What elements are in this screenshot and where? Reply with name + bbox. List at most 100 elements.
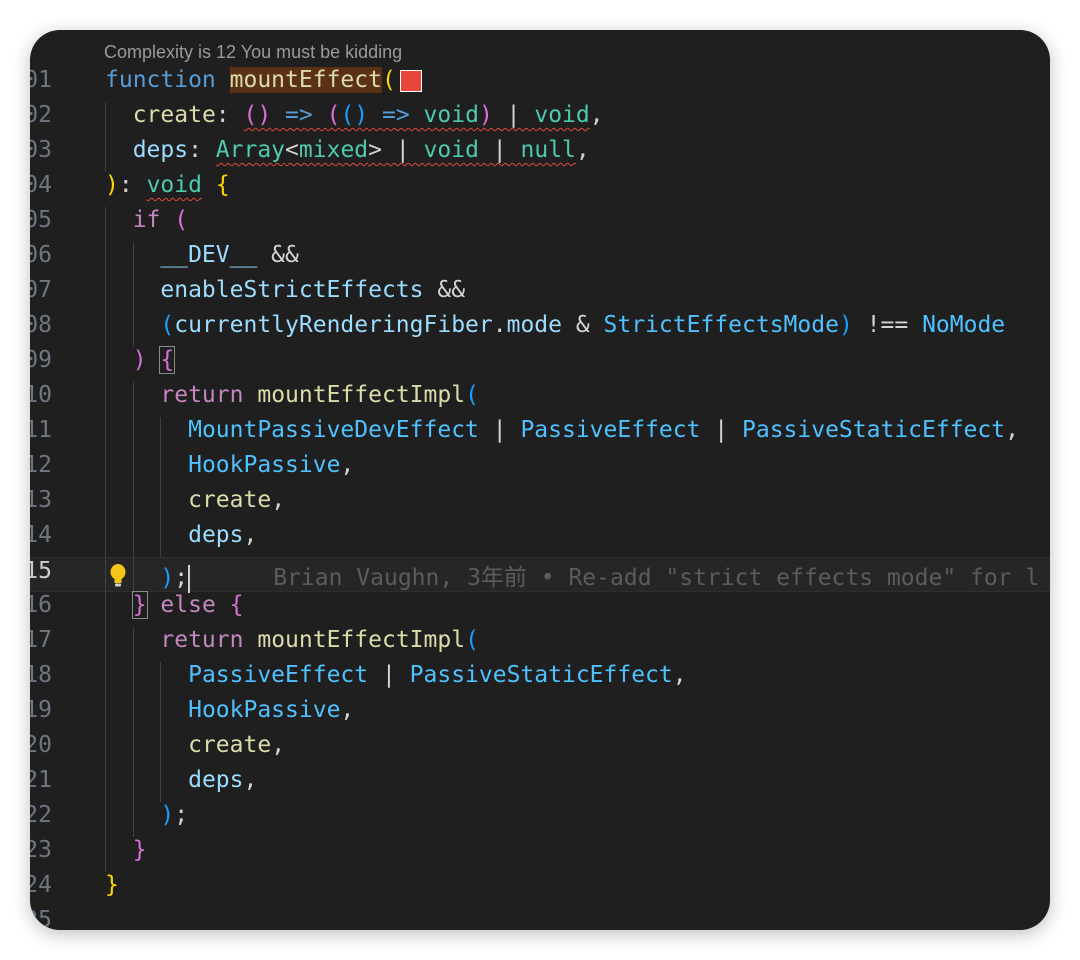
code-text: ); Brian Vaughn, 3年前 • Re-add "strict ef… <box>105 558 1039 593</box>
code-line[interactable]: 20 create, <box>30 732 1050 767</box>
code-token: ( <box>326 102 341 128</box>
code-token: { <box>215 172 230 198</box>
code-token: , <box>1005 417 1019 443</box>
code-token: : <box>188 137 216 163</box>
code-token: ) <box>160 565 175 591</box>
code-token: enableStrictEffects <box>160 277 424 303</box>
code-line[interactable]: 18 PassiveEffect | PassiveStaticEffect, <box>30 662 1050 697</box>
code-token: ) <box>478 102 493 128</box>
git-blame-annotation[interactable]: Brian Vaughn, 3年前 • Re-add "strict effec… <box>273 565 1039 591</box>
code-token: , <box>243 522 258 548</box>
code-line[interactable]: 15 ); Brian Vaughn, 3年前 • Re-add "strict… <box>30 557 1050 593</box>
code-token: mode <box>506 312 562 338</box>
code-token: & <box>562 312 604 338</box>
code-text: deps, <box>105 522 257 548</box>
code-line[interactable]: 04): void { <box>30 172 1050 207</box>
code-token: null <box>520 137 576 163</box>
line-number: 05 <box>30 207 52 233</box>
code-token: return <box>160 627 244 653</box>
code-line[interactable]: 19 HookPassive, <box>30 697 1050 732</box>
code-line[interactable]: 23 } <box>30 837 1050 872</box>
code-token: void <box>146 172 202 198</box>
code-line[interactable]: 21 deps, <box>30 767 1050 802</box>
code-line[interactable]: 09 ) { <box>30 346 1050 382</box>
code-line[interactable]: 24} <box>30 872 1050 907</box>
code-line[interactable]: 01 function mountEffect( <box>30 67 1050 102</box>
code-token: } <box>132 837 147 863</box>
code-text: PassiveEffect | PassiveStaticEffect, <box>105 662 687 688</box>
code-line[interactable]: 16 } else { <box>30 591 1050 627</box>
codelens-complexity[interactable]: Complexity is 12 You must be kidding <box>104 42 402 63</box>
code-token: HookPassive <box>188 452 341 478</box>
code-line[interactable]: 07 enableStrictEffects && <box>30 277 1050 312</box>
code-editor[interactable]: Complexity is 12 You must be kidding 01 f… <box>30 30 1050 930</box>
code-token: void <box>534 102 590 128</box>
line-number: 12 <box>30 452 52 478</box>
code-line[interactable]: 05 if ( <box>30 207 1050 242</box>
code-line[interactable]: 03 deps: Array<mixed> | void | null, <box>30 137 1050 172</box>
code-token: => <box>368 102 424 128</box>
code-token: && <box>423 277 466 303</box>
code-line[interactable]: 25 <box>30 907 1050 930</box>
code-token: => <box>271 102 327 128</box>
code-token: < <box>285 137 299 163</box>
color-swatch-icon[interactable] <box>399 69 422 92</box>
code-token: function <box>105 67 216 93</box>
code-line[interactable]: 12 HookPassive, <box>30 452 1050 487</box>
line-number: 24 <box>30 872 52 898</box>
code-text: return mountEffectImpl( <box>105 627 479 653</box>
code-token: , <box>243 767 258 793</box>
code-token: HookPassive <box>188 697 341 723</box>
code-line[interactable]: 17 return mountEffectImpl( <box>30 627 1050 662</box>
code-token: , <box>340 697 355 723</box>
code-text: ): void { <box>105 172 230 198</box>
code-token: () <box>243 102 272 128</box>
code-token: PassiveEffect <box>188 662 369 688</box>
line-number: 09 <box>30 347 52 373</box>
line-number: 16 <box>30 592 52 618</box>
code-line[interactable]: 02 create: () => (() => void) | void, <box>30 102 1050 137</box>
code-text: HookPassive, <box>105 452 354 478</box>
code-text: create, <box>105 732 285 758</box>
code-line[interactable]: 22 ); <box>30 802 1050 837</box>
code-line[interactable]: 10 return mountEffectImpl( <box>30 382 1050 417</box>
code-line[interactable]: 13 create, <box>30 487 1050 522</box>
code-token: ( <box>174 207 189 233</box>
code-token: mountEffectImpl <box>257 382 466 408</box>
code-token: if <box>132 207 161 233</box>
code-token: | <box>368 662 410 688</box>
code-token: | <box>700 417 742 443</box>
code-line[interactable]: 11 MountPassiveDevEffect | PassiveEffect… <box>30 417 1050 452</box>
code-token: else <box>160 592 216 618</box>
code-text: } else { <box>105 591 244 619</box>
line-number: 20 <box>30 732 52 758</box>
code-lines[interactable]: 01 function mountEffect(02 create: () => … <box>30 67 1050 930</box>
code-line[interactable]: 14 deps, <box>30 522 1050 557</box>
code-token: ; <box>174 565 189 591</box>
code-token: mountEffectImpl <box>257 627 466 653</box>
line-number: 25 <box>30 907 52 930</box>
line-number: 23 <box>30 837 52 863</box>
code-line[interactable]: 06 __DEV__ && <box>30 242 1050 277</box>
code-line[interactable]: 08 (currentlyRenderingFiber.mode & Stric… <box>30 312 1050 347</box>
line-number: 17 <box>30 627 52 653</box>
line-number: 06 <box>30 242 52 268</box>
code-token: } <box>105 872 119 898</box>
line-number: 22 <box>30 802 52 828</box>
code-token: Array <box>215 137 286 163</box>
code-text: ); <box>105 802 188 828</box>
code-token: PassiveStaticEffect <box>742 417 1006 443</box>
code-text: return mountEffectImpl( <box>105 382 479 408</box>
code-text: ) { <box>105 346 176 374</box>
line-number: 01 <box>30 67 52 93</box>
code-token: { <box>229 592 244 618</box>
code-token: ) <box>160 802 175 828</box>
code-token: mountEffect <box>229 67 382 93</box>
code-text: function mountEffect( <box>105 67 422 93</box>
line-number: 02 <box>30 102 52 128</box>
code-token: | <box>382 137 424 163</box>
